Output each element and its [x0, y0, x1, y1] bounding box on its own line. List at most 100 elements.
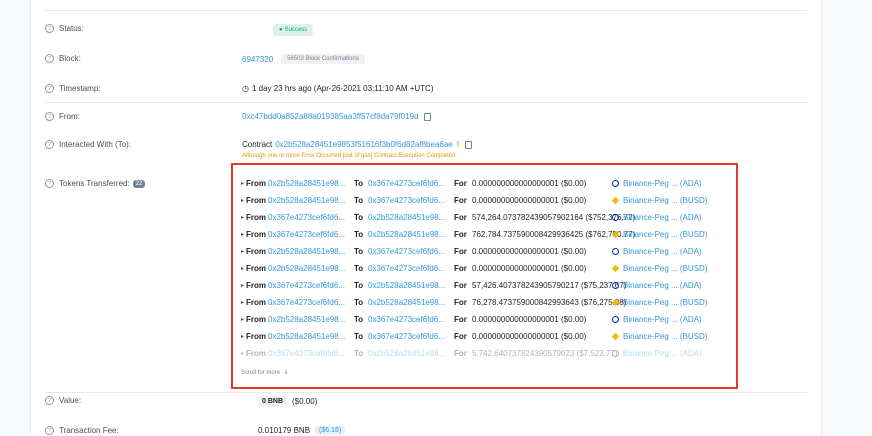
transfer-to-link[interactable]: 0x367e4273cef6fd6...: [368, 264, 454, 273]
transfer-amount: 0.000000000000000001 ($0.00): [472, 264, 587, 273]
contract-address-link[interactable]: 0x2b528a28451e9853f51616f3b0f6d82af8bea6…: [275, 140, 453, 149]
token-link[interactable]: Binance-Peg ... (ADA): [623, 315, 702, 324]
from-word: From: [246, 332, 266, 341]
from-word: From: [246, 264, 266, 273]
for-word: For: [454, 247, 467, 256]
copy-icon[interactable]: [463, 138, 473, 149]
scroll-for-more[interactable]: Scroll for more ⇓: [241, 369, 288, 376]
transfer-from-link[interactable]: 0x367e4273cef6fd6...: [268, 213, 354, 222]
from-word: From: [246, 213, 266, 222]
transfer-from-link[interactable]: 0x367e4273cef6fd6...: [268, 230, 354, 239]
interacted-label: ? Interacted With (To):: [45, 140, 225, 149]
token-link[interactable]: Binance-Peg ... (ADA): [623, 349, 702, 358]
transfer-from-link[interactable]: 0x2b528a28451e98...: [268, 179, 354, 188]
transfer-from-link[interactable]: 0x2b528a28451e98...: [268, 332, 354, 341]
token-link[interactable]: Binance-Peg ... (ADA): [623, 247, 702, 256]
for-word: For: [454, 315, 467, 324]
tokens-count-badge: 22: [132, 179, 146, 188]
for-word: For: [454, 179, 467, 188]
token-transfer-row: ▸ From 0x367e4273cef6fd6... To 0x2b528a28451…: [241, 209, 731, 226]
token-link[interactable]: Binance-Peg ... (ADA): [623, 179, 702, 188]
question-circle-icon[interactable]: ?: [45, 112, 54, 121]
to-word: To: [354, 213, 364, 222]
transfer-from-link[interactable]: 0x367e4273cef6fd6...: [268, 281, 354, 290]
transfer-from-link[interactable]: 0x2b528a28451e98...: [268, 315, 354, 324]
transfer-from-link[interactable]: 0x2b528a28451e98...: [268, 196, 354, 205]
token-transfer-row: ▸ From 0x2b528a28451e98... To 0x367e4273cef6…: [241, 243, 731, 260]
transfer-amount: 0.000000000000000001 ($0.00): [472, 332, 587, 341]
from-word: From: [246, 298, 266, 307]
transfer-to-link[interactable]: 0x367e4273cef6fd6...: [368, 179, 454, 188]
question-circle-icon[interactable]: ?: [45, 84, 54, 93]
token-transfer-row: ▸ From 0x367e4273cef6fd6... To 0x2b528a28451…: [241, 277, 731, 294]
execution-warning: Although one or more Error Occurred [out…: [242, 153, 456, 159]
transfer-to-link[interactable]: 0x2b528a28451e98...: [368, 230, 454, 239]
copy-icon[interactable]: [422, 110, 432, 121]
question-circle-icon[interactable]: ?: [45, 140, 54, 149]
from-word: From: [246, 349, 266, 358]
from-word: From: [246, 196, 266, 205]
transfer-from-link[interactable]: 0x2b528a28451e98...: [268, 264, 354, 273]
fee-amount: 0.010179 BNB: [258, 426, 311, 435]
transfer-to-link[interactable]: 0x2b528a28451e98...: [368, 281, 454, 290]
transfer-to-link[interactable]: 0x367e4273cef6fd6...: [368, 196, 454, 205]
from-address-link[interactable]: 0xc47bdd0a852a88a019385aa3ff57cf8da79f01…: [242, 112, 418, 121]
token-transfers-list[interactable]: ▸ From 0x2b528a28451e98... To 0x367e4273cef6…: [241, 175, 731, 362]
block-number-link[interactable]: 6947320: [242, 55, 273, 64]
for-word: For: [454, 332, 467, 341]
divider: [45, 392, 807, 393]
interacted-value: Contract 0x2b528a28451e9853f51616f3b0f6d…: [242, 138, 473, 159]
question-circle-icon[interactable]: ?: [45, 24, 54, 33]
token-link[interactable]: Binance-Peg ... (BUSD): [623, 332, 707, 341]
status-value: ● Success: [273, 24, 314, 36]
token-link[interactable]: Binance-Peg ... (BUSD): [623, 264, 707, 273]
to-word: To: [354, 332, 364, 341]
tokens-label: ? Tokens Transferred: 22: [45, 179, 225, 188]
divider: [45, 102, 807, 103]
timestamp-label: ? Timestamp:: [45, 84, 225, 93]
from-row: ? From: 0xc47bdd0a852a88a019385aa3ff57cf…: [45, 110, 807, 121]
transfer-amount: 0.000000000000000001 ($0.00): [472, 315, 587, 324]
from-word: From: [246, 179, 266, 188]
transfer-to-link[interactable]: 0x367e4273cef6fd6...: [368, 247, 454, 256]
for-word: For: [454, 281, 467, 290]
token-link[interactable]: Binance-Peg ... (BUSD): [623, 298, 707, 307]
for-word: For: [454, 298, 467, 307]
interacted-row: ? Interacted With (To): Contract 0x2b528…: [45, 138, 807, 159]
token-link[interactable]: Binance-Peg ... (BUSD): [623, 196, 707, 205]
divider: [45, 10, 807, 11]
block-row: ? Block: 6947320 56503 Block Confirmatio…: [45, 54, 807, 64]
token-transfer-row: ▸ From 0x2b528a28451e98... To 0x367e4273cef6…: [241, 328, 731, 345]
transfer-to-link[interactable]: 0x367e4273cef6fd6...: [368, 315, 454, 324]
transfer-to-link[interactable]: 0x2b528a28451e98...: [368, 298, 454, 307]
question-circle-icon[interactable]: ?: [45, 179, 54, 188]
to-word: To: [354, 349, 364, 358]
from-word: From: [246, 247, 266, 256]
block-label: ? Block:: [45, 54, 225, 63]
fee-value: 0.010179 BNB ($6.16): [258, 426, 346, 435]
value-row: ? Value: 0 BNB ($0.00): [45, 396, 807, 407]
for-word: For: [454, 196, 467, 205]
transfer-amount: 0.000000000000000001 ($0.00): [472, 247, 587, 256]
transfer-from-link[interactable]: 0x367e4273cef6fd6...: [268, 298, 354, 307]
transfer-to-link[interactable]: 0x2b528a28451e98...: [368, 213, 454, 222]
transfer-amount: 0.000000000000000001 ($0.00): [472, 179, 587, 188]
transfer-from-link[interactable]: 0x367e4273cef6fd6...: [268, 349, 354, 358]
transfer-from-link[interactable]: 0x2b528a28451e98...: [268, 247, 354, 256]
transfer-to-link[interactable]: 0x367e4273cef6fd6...: [368, 332, 454, 341]
token-transfer-row: ▸ From 0x2b528a28451e98... To 0x367e4273cef6…: [241, 260, 731, 277]
question-circle-icon[interactable]: ?: [45, 396, 54, 405]
question-circle-icon[interactable]: ?: [45, 426, 54, 435]
for-word: For: [454, 349, 467, 358]
from-word: From: [246, 281, 266, 290]
status-row: ? Status: ● Success: [45, 24, 807, 36]
token-link[interactable]: Binance-Peg ... (ADA): [623, 281, 702, 290]
question-circle-icon[interactable]: ?: [45, 54, 54, 63]
token-link[interactable]: Binance-Peg ... (BUSD): [623, 230, 707, 239]
token-link[interactable]: Binance-Peg ... (ADA): [623, 213, 702, 222]
timestamp-value: ◷ 1 day 23 hrs ago (Apr-26-2021 03:11:10…: [242, 84, 434, 93]
for-word: For: [454, 264, 467, 273]
transfer-to-link[interactable]: 0x2b528a28451e98...: [368, 349, 454, 358]
to-word: To: [354, 298, 364, 307]
ada-token-icon: [612, 180, 619, 187]
